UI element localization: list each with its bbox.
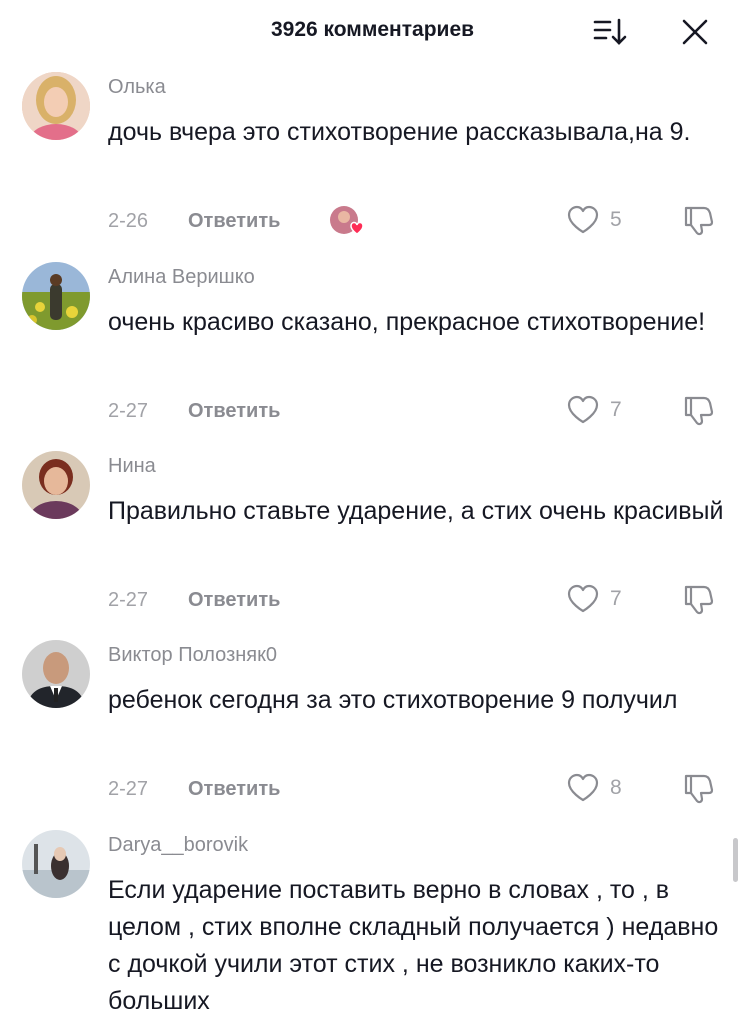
comment-text: Правильно ставьте ударение, а стих очень… [108,497,724,525]
avatar[interactable] [22,262,90,330]
scrollbar[interactable] [733,838,738,882]
comment-text: дочь вчера это стихотворение рассказывал… [108,118,691,146]
close-button[interactable] [678,15,712,49]
comments-header: 3926 комментариев [0,0,745,62]
close-icon [682,19,708,45]
comment-item: Алина Веришко очень красиво сказано, пре… [0,262,745,434]
heart-icon [567,395,599,424]
comment-date: 2-27 [108,589,149,611]
comment-date: 2-26 [108,210,149,232]
comment-date: 2-27 [108,778,149,800]
comment-text: очень красиво сказано, прекрасное стихот… [108,308,706,336]
like-button[interactable]: 7 [566,394,636,428]
avatar[interactable] [22,72,90,140]
dislike-button[interactable] [680,772,716,806]
comment-date: 2-27 [108,400,149,422]
comment-username[interactable]: Алина Веришко [108,266,255,289]
like-button[interactable]: 7 [566,583,636,617]
comment-username[interactable]: Виктор Полозняк0 [108,644,277,667]
avatar[interactable] [22,830,90,898]
thumbs-down-icon [684,774,714,804]
sort-icon [593,18,627,45]
comment-text: Если ударение поставить верно в словах ,… [108,876,719,1015]
thumbs-down-icon [684,206,714,236]
like-count: 8 [610,776,622,799]
dislike-button[interactable] [680,583,716,617]
comment-username[interactable]: Darya__borovik [108,834,248,857]
heart-icon [567,584,599,613]
like-count: 5 [610,208,622,231]
reply-button[interactable]: Ответить [188,210,280,233]
comment-username[interactable]: Нина [108,455,156,478]
like-button[interactable]: 8 [566,772,636,806]
reply-button[interactable]: Ответить [188,400,280,423]
reply-button[interactable]: Ответить [188,589,280,612]
comment-item: Darya__borovik Если ударение поставить в… [0,830,745,1024]
avatar[interactable] [22,640,90,708]
comments-count-title: 3926 комментариев [270,18,475,41]
creator-avatar-heart-icon [330,206,364,235]
comment-item: Олька дочь вчера это стихотворение расск… [0,72,745,244]
comment-item: Виктор Полозняк0 ребенок сегодня за это … [0,640,745,812]
like-count: 7 [610,587,622,610]
thumbs-down-icon [684,585,714,615]
like-button[interactable]: 5 [566,204,636,238]
like-count: 7 [610,398,622,421]
heart-icon [567,205,599,234]
comment-username[interactable]: Олька [108,76,166,99]
comment-item: Нина Правильно ставьте ударение, а стих … [0,451,745,623]
comment-text: ребенок сегодня за это стихотворение 9 п… [108,686,678,714]
reply-button[interactable]: Ответить [188,778,280,801]
thumbs-down-icon [684,396,714,426]
avatar[interactable] [22,451,90,519]
dislike-button[interactable] [680,204,716,238]
sort-button[interactable] [592,17,628,47]
dislike-button[interactable] [680,394,716,428]
creator-liked-badge [328,204,364,238]
heart-icon [567,773,599,802]
